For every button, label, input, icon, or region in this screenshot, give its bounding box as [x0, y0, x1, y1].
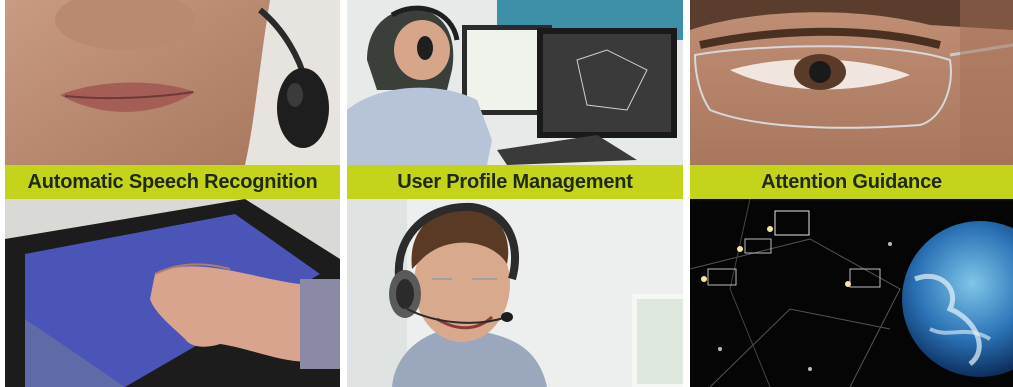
panel-user-profile: User Profile Management: [347, 0, 683, 387]
caption-text: Attention Guidance: [761, 170, 942, 193]
caption-text: Automatic Speech Recognition: [27, 170, 318, 193]
caption-text: User Profile Management: [397, 170, 633, 193]
eye-glasses-photo: [690, 0, 1013, 165]
tablet-touch-photo: [5, 199, 340, 387]
panel-attention-guidance: Attention Guidance: [690, 0, 1013, 387]
controller-workstation-photo: [347, 0, 683, 165]
smiling-headset-photo: [347, 199, 683, 387]
caption-band: User Profile Management: [347, 165, 683, 199]
panel-speech-recognition: Automatic Speech Recognition: [5, 0, 340, 387]
caption-band: Attention Guidance: [690, 165, 1013, 199]
caption-band: Automatic Speech Recognition: [5, 165, 340, 199]
mouth-headset-photo: [5, 0, 340, 165]
radar-earth-photo: [690, 199, 1013, 387]
